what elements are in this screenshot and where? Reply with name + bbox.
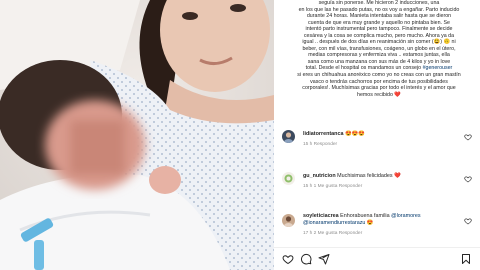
comment-meta: 15 h Responder — [303, 142, 338, 147]
avatar[interactable] — [282, 130, 295, 143]
avatar[interactable] — [282, 172, 295, 185]
caption-line: corporales!. Muchísimas gracias por todo… — [302, 85, 456, 92]
comment-item: gu_nutricion Muchisimas felicidades ❤️ 1… — [274, 170, 480, 212]
comment-text: soyleticiacrea Enhorabuena familia @lora… — [303, 213, 460, 227]
comment-body: Muchisimas felicidades ❤️ — [337, 173, 401, 179]
caption-line: igual .. después de dos días en reanimac… — [302, 39, 456, 46]
hashtag-link[interactable]: #generouser — [423, 65, 453, 71]
comment-username[interactable]: soyleticiacrea — [303, 213, 339, 219]
caption-line: hemos recibido ❤️ — [357, 91, 401, 98]
caption-line: durante 24 horas. Manieta intentaba sali… — [306, 13, 452, 20]
bookmark-icon[interactable] — [460, 253, 472, 265]
share-icon[interactable] — [318, 253, 330, 265]
post-photo — [0, 0, 274, 270]
comment-meta: 15 h 1 Me gusta Responder — [303, 184, 363, 189]
comment-username[interactable]: lidiatorrentanca — [303, 131, 343, 137]
instagram-post: seguía sin ponerse. Me hicieron 2 inducc… — [0, 0, 480, 270]
caption-line: si eres un chihuahua anoréxico como yo n… — [297, 72, 461, 79]
mention-link[interactable]: @loramores — [391, 213, 420, 219]
caption-line: intentó parto instrumental pero tampoco.… — [305, 26, 453, 33]
caption-line: medias compresoras y enfermiza viva .. e… — [308, 52, 450, 59]
comment-text: gu_nutricion Muchisimas felicidades ❤️ — [303, 173, 460, 180]
avatar[interactable] — [282, 214, 295, 227]
post-details-panel: seguía sin ponerse. Me hicieron 2 inducc… — [274, 0, 480, 270]
heart-icon[interactable] — [282, 253, 294, 265]
comment-username[interactable]: gu_nutricion — [303, 173, 336, 179]
heart-icon[interactable] — [464, 217, 472, 225]
comment-emoji: 😍 — [366, 220, 374, 226]
post-actions-bar — [274, 247, 480, 270]
comment-body: 😍😍😍 — [344, 131, 366, 137]
heart-icon[interactable] — [464, 133, 472, 141]
caption-text: total. Desde el hospital os mandamos un … — [305, 65, 422, 72]
comment-item: lidiatorrentanca 😍😍😍 15 h Responder — [274, 128, 480, 170]
comment-icon[interactable] — [300, 253, 312, 265]
heart-icon[interactable] — [464, 175, 472, 183]
comment-text: lidiatorrentanca 😍😍😍 — [303, 131, 460, 138]
post-caption: seguía sin ponerse. Me hicieron 2 inducc… — [281, 0, 477, 98]
comments-list: lidiatorrentanca 😍😍😍 15 h Responder gu_n… — [274, 128, 480, 262]
comment-meta: 17 h 2 Me gusta Responder — [303, 231, 363, 236]
post-photo-image — [0, 0, 274, 270]
comment-body: Enhorabuena familia — [340, 213, 390, 219]
mention-link[interactable]: @ionaramendiurrestarazu — [303, 220, 365, 226]
